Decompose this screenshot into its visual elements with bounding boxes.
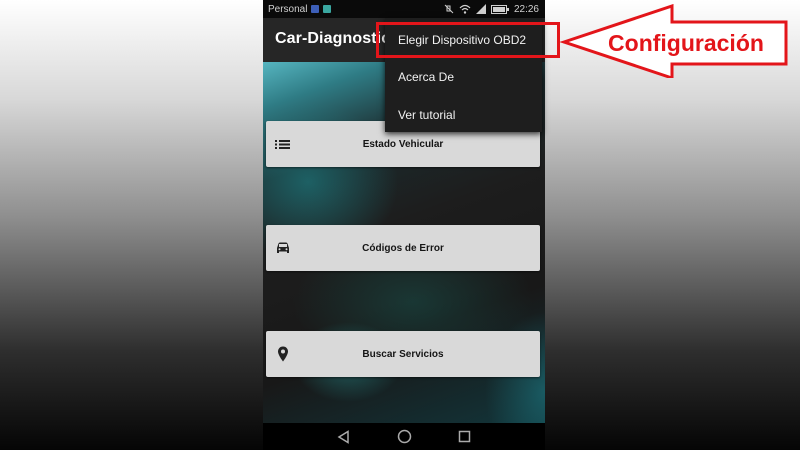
status-bar: Personal 22:26: [263, 0, 545, 18]
menu-item-ver-tutorial[interactable]: Ver tutorial: [385, 96, 542, 134]
buscar-servicios-button[interactable]: Buscar Servicios: [266, 331, 540, 377]
configuracion-label: Configuración: [608, 29, 764, 56]
menu-item-acerca-de[interactable]: Acerca De: [385, 58, 542, 96]
codigos-de-error-label: Códigos de Error: [362, 242, 444, 254]
notification-icon: [311, 5, 320, 13]
wifi-icon: [459, 4, 471, 14]
battery-icon: [490, 4, 509, 14]
codigos-de-error-button[interactable]: Códigos de Error: [266, 225, 540, 271]
carrier-name: Personal: [268, 3, 308, 15]
menu-item-label: Acerca De: [398, 70, 455, 84]
status-time: 22:26: [513, 3, 539, 15]
buscar-servicios-label: Buscar Servicios: [362, 348, 444, 360]
home-icon[interactable]: [397, 429, 412, 444]
highlight-box: [376, 22, 560, 58]
menu-item-label: Ver tutorial: [398, 108, 456, 122]
app-title: Car-Diagnostic: [275, 30, 391, 47]
signal-icon: [475, 4, 486, 14]
gallery-icon: [323, 5, 332, 13]
mute-icon: [444, 4, 454, 14]
recents-icon[interactable]: [458, 430, 471, 443]
back-icon[interactable]: [337, 429, 351, 444]
navigation-bar: [263, 423, 545, 450]
